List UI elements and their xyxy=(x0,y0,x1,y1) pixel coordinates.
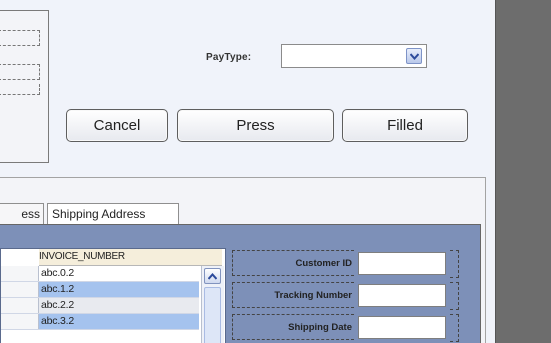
table-row[interactable]: abc.3.2 xyxy=(1,314,199,330)
paytype-label: PayType: xyxy=(206,52,252,63)
invoice-number-cell: abc.2.2 xyxy=(41,299,75,311)
press-button[interactable]: Press xyxy=(177,109,334,142)
tab-shipping-address[interactable]: Shipping Address xyxy=(47,203,179,224)
cancel-button[interactable]: Cancel xyxy=(66,109,168,142)
invoice-number-cell: abc.0.2 xyxy=(41,267,75,279)
field-divider xyxy=(450,314,459,342)
table-row[interactable]: abc.1.2 xyxy=(1,282,199,298)
window-background xyxy=(495,0,551,343)
tracking-number-label: Tracking Number xyxy=(232,282,354,308)
customer-id-field[interactable] xyxy=(358,252,446,275)
tracking-number-field[interactable] xyxy=(358,284,446,307)
invoice-number-cell: abc.1.2 xyxy=(41,283,75,295)
filled-button[interactable]: Filled xyxy=(342,109,468,142)
column-header-invoice-number[interactable]: INVOICE_NUMBER xyxy=(39,249,222,266)
application-window: PayType: Cancel Press Filled ess Shippin… xyxy=(0,0,495,343)
row-gutter xyxy=(1,314,39,329)
row-gutter xyxy=(1,298,39,313)
row-gutter xyxy=(1,266,39,281)
table-scrollbar[interactable] xyxy=(201,266,224,343)
shipping-date-field[interactable] xyxy=(358,316,446,339)
dashed-field-slot xyxy=(0,64,40,80)
table-row[interactable]: abc.2.2 xyxy=(1,298,199,314)
field-divider xyxy=(450,250,459,278)
dashed-field-slot xyxy=(0,84,40,95)
field-divider xyxy=(450,282,459,310)
chevron-up-icon[interactable] xyxy=(204,268,221,284)
row-gutter xyxy=(1,282,39,297)
customer-id-label: Customer ID xyxy=(232,250,354,276)
chevron-down-icon[interactable] xyxy=(406,48,422,64)
dashed-field-slot xyxy=(0,30,40,46)
table-row[interactable]: abc.0.2 xyxy=(1,266,199,282)
invoice-table: INVOICE_NUMBER abc.0.2 abc.1.2 abc.2.2 a… xyxy=(0,248,226,343)
invoice-number-cell: abc.3.2 xyxy=(41,315,75,327)
shipping-date-label: Shipping Date xyxy=(232,314,354,340)
tab-billing-address[interactable]: ess xyxy=(0,203,44,224)
paytype-dropdown[interactable] xyxy=(281,44,427,68)
scroll-thumb[interactable] xyxy=(204,287,221,343)
